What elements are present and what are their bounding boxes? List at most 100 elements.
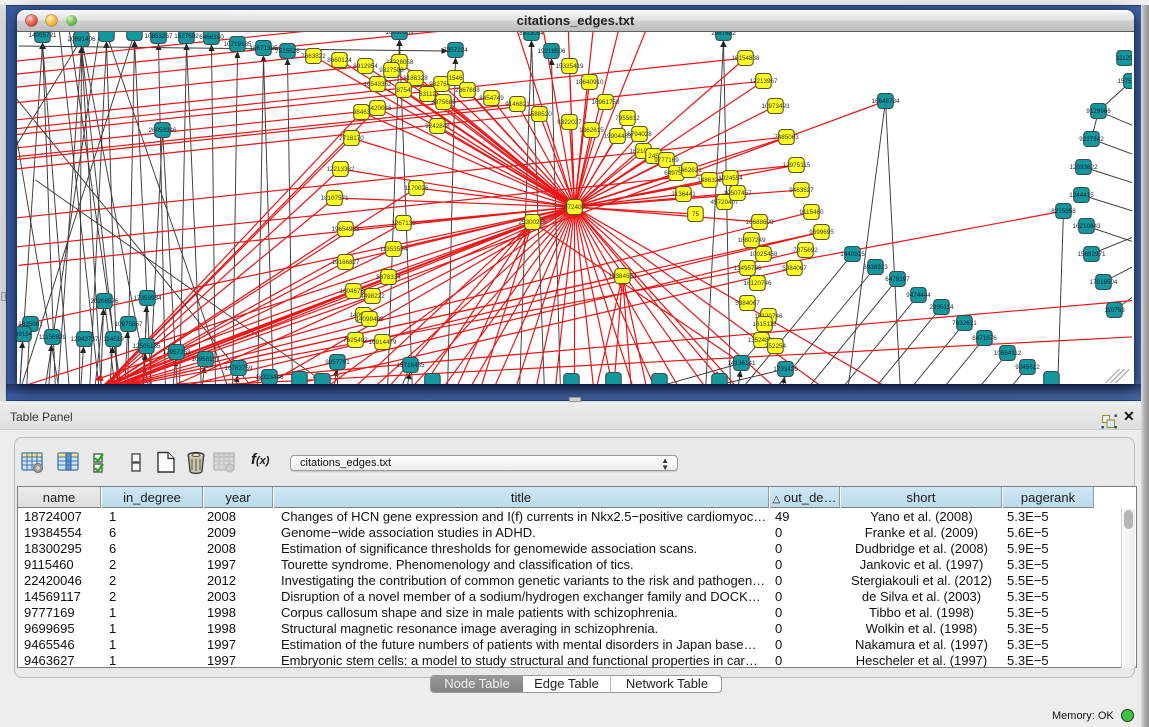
svg-text:7485063: 7485063	[774, 134, 799, 141]
svg-text:15692971: 15692971	[1077, 251, 1106, 258]
svg-text:2087682: 2087682	[711, 32, 736, 37]
svg-text:19166827: 19166827	[331, 259, 360, 266]
svg-text:15325419: 15325419	[555, 63, 584, 70]
svg-text:11353594: 11353594	[380, 246, 408, 253]
svg-text:2718170: 2718170	[339, 135, 364, 142]
svg-text:12213967: 12213967	[749, 78, 778, 85]
svg-text:13495786: 13495786	[733, 265, 762, 272]
svg-text:1588520: 1588520	[527, 111, 552, 118]
svg-text:6479197: 6479197	[885, 276, 910, 283]
svg-text:10688609: 10688609	[745, 219, 774, 226]
svg-text:2935114: 2935114	[929, 304, 954, 311]
svg-text:11125: 11125	[1116, 55, 1132, 62]
svg-text:7663822: 7663822	[301, 53, 326, 60]
svg-text:13716485: 13716485	[396, 362, 425, 369]
svg-text:1170026: 1170026	[404, 185, 429, 192]
svg-text:18640910: 18640910	[575, 79, 604, 86]
svg-text:26053346: 26053346	[148, 127, 177, 134]
svg-text:17359934: 17359934	[133, 295, 162, 302]
svg-text:7632621: 7632621	[952, 320, 977, 327]
svg-text:9115460: 9115460	[799, 209, 824, 216]
svg-text:110753: 110753	[1104, 307, 1125, 314]
svg-text:8322037: 8322037	[557, 119, 582, 126]
svg-text:16543362: 16543362	[363, 81, 392, 88]
svg-text:1546: 1546	[448, 75, 463, 82]
svg-text:3267130: 3267130	[391, 220, 416, 227]
svg-text:4498222: 4498222	[360, 293, 385, 300]
svg-text:9146821: 9146821	[505, 101, 530, 108]
svg-text:14136141: 14136141	[727, 360, 756, 367]
svg-text:17016504: 17016504	[1089, 279, 1118, 286]
svg-text:18107571: 18107571	[320, 195, 349, 202]
svg-text:9777169: 9777169	[654, 157, 679, 164]
svg-text:8754: 8754	[396, 87, 411, 94]
svg-text:16210643: 16210643	[1072, 223, 1101, 230]
svg-text:25300275: 25300275	[518, 219, 547, 226]
svg-text:16961758: 16961758	[591, 99, 620, 106]
svg-text:16648784: 16648784	[871, 98, 900, 105]
svg-text:8215958: 8215958	[1051, 208, 1076, 215]
svg-text:98463: 98463	[353, 109, 371, 116]
svg-text:7462621: 7462621	[677, 167, 702, 174]
svg-text:1615112: 1615112	[752, 321, 777, 328]
svg-text:20206576: 20206576	[90, 298, 119, 305]
svg-text:7357224: 7357224	[443, 47, 468, 54]
svg-text:8813054: 8813054	[519, 32, 544, 37]
svg-text:16914479: 16914479	[368, 339, 397, 346]
svg-text:5384067: 5384067	[735, 300, 760, 307]
svg-text:20691406: 20691406	[67, 36, 96, 43]
svg-text:6794028: 6794028	[627, 131, 652, 138]
svg-text:12942737: 12942737	[70, 336, 99, 343]
svg-text:19654983: 19654983	[331, 226, 360, 233]
svg-text:16154838: 16154838	[731, 55, 760, 62]
svg-text:14099489: 14099489	[355, 316, 384, 323]
svg-text:252254: 252254	[765, 343, 787, 350]
svg-text:9245612: 9245612	[1015, 364, 1040, 371]
svg-text:14055721: 14055721	[28, 32, 57, 39]
svg-text:1733426: 1733426	[773, 366, 798, 373]
svg-text:16782759: 16782759	[224, 365, 253, 372]
svg-text:1440915: 1440915	[840, 251, 865, 258]
svg-text:8912954: 8912954	[353, 63, 378, 70]
svg-text:8186328: 8186328	[403, 75, 428, 82]
svg-text:10025458: 10025458	[749, 251, 778, 258]
svg-text:8938923: 8938923	[863, 264, 888, 271]
svg-text:13975115: 13975115	[783, 162, 811, 169]
svg-text:9327508: 9327508	[379, 67, 404, 74]
svg-text:9699695: 9699695	[809, 229, 834, 236]
svg-text:8660124: 8660124	[327, 57, 352, 64]
svg-text:8878334: 8878334	[376, 274, 401, 281]
svg-text:16120746: 16120746	[743, 280, 772, 287]
svg-text:7075692: 7075692	[793, 247, 818, 254]
svg-text:1244415: 1244415	[1069, 192, 1094, 199]
svg-text:63112: 63112	[419, 91, 437, 98]
svg-text:9242848: 9242848	[425, 123, 450, 130]
svg-text:7955812: 7955812	[615, 115, 640, 122]
svg-text:9129966: 9129966	[1086, 108, 1111, 115]
svg-text:9463627: 9463627	[789, 187, 814, 194]
svg-text:6466160: 6466160	[199, 34, 224, 41]
svg-text:9857791: 9857791	[325, 359, 350, 366]
svg-text:1024554: 1024554	[718, 175, 743, 182]
svg-text:8471676: 8471676	[972, 335, 997, 342]
svg-text:2367608: 2367608	[455, 87, 480, 94]
svg-text:19218506: 19218506	[537, 48, 566, 55]
svg-text:39154: 39154	[17, 331, 33, 338]
svg-text:7625402: 7625402	[343, 337, 368, 344]
svg-text:75: 75	[692, 211, 700, 218]
svg-text:7515526: 7515526	[275, 48, 300, 55]
svg-text:18807249: 18807249	[737, 237, 766, 244]
svg-text:114519: 114519	[103, 336, 124, 343]
svg-text:10853267: 10853267	[144, 33, 173, 40]
svg-text:8454749: 8454749	[479, 95, 504, 102]
svg-text:12505135: 12505135	[132, 343, 161, 350]
svg-text:12213382: 12213382	[326, 166, 355, 173]
svg-text:10654112: 10654112	[994, 350, 1022, 357]
svg-text:16033809: 16033809	[385, 32, 414, 36]
svg-text:1527602: 1527602	[174, 33, 199, 40]
svg-text:18724007: 18724007	[560, 204, 589, 211]
svg-text:15751074: 15751074	[1117, 78, 1132, 85]
svg-text:17957253: 17957253	[162, 349, 191, 356]
svg-text:16671385: 16671385	[249, 45, 278, 52]
svg-text:9227342: 9227342	[1079, 136, 1104, 143]
